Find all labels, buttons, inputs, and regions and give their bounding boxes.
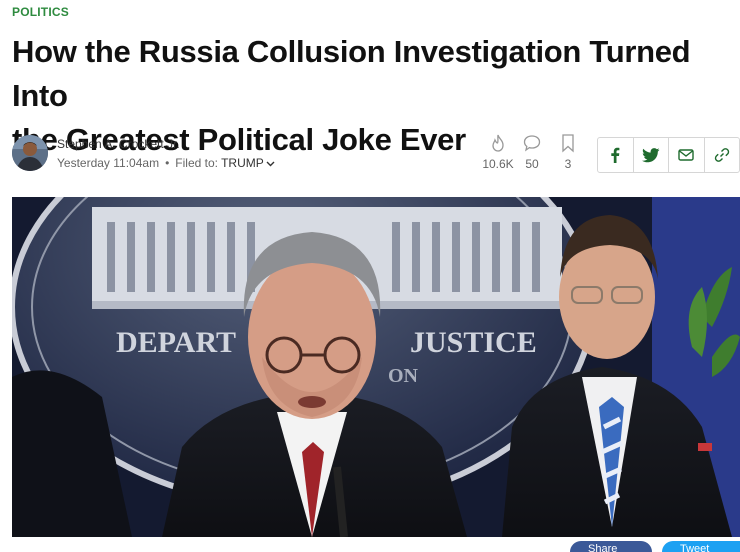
floating-twitter-share[interactable]: Tweet — [662, 541, 740, 552]
bookmark-icon — [562, 134, 574, 153]
floating-facebook-label: Share — [588, 543, 618, 552]
category-link[interactable]: POLITICS — [12, 5, 69, 19]
floating-twitter-label: Tweet — [680, 543, 710, 552]
seal-text-left: DEPART — [116, 326, 236, 359]
byline: Stephen A. Crockett Jr. Yesterday 11:04a… — [12, 133, 312, 173]
share-toolbar — [597, 137, 740, 173]
filed-tag-label: TRUMP — [221, 156, 264, 170]
share-twitter-button[interactable] — [634, 138, 669, 172]
comments-count: 50 — [525, 157, 539, 171]
hero-image: DEPART JUSTICE ON — [12, 197, 740, 537]
filed-tag-link[interactable]: TRUMP — [221, 156, 275, 170]
seal-text-sub: ON — [388, 365, 419, 387]
flame-icon — [492, 134, 504, 152]
email-icon — [678, 149, 694, 161]
saves-count: 3 — [564, 157, 572, 171]
headline-line-1: How the Russia Collusion Investigation T… — [12, 34, 691, 113]
saves-stat[interactable]: 3 — [548, 133, 588, 171]
facebook-icon — [611, 147, 620, 163]
meta-separator: • — [165, 156, 170, 170]
floating-share-bar: Share Tweet — [570, 541, 740, 552]
author-avatar[interactable] — [12, 135, 48, 171]
author-name[interactable]: Stephen A. Crockett Jr. — [57, 137, 180, 151]
link-icon — [714, 148, 729, 162]
post-timestamp: Yesterday 11:04am — [57, 156, 160, 170]
chevron-down-icon — [266, 161, 275, 167]
comments-stat[interactable]: 50 — [512, 133, 552, 171]
comment-bubble-icon — [523, 135, 541, 152]
post-meta: Yesterday 11:04am • Filed to: TRUMP — [57, 156, 275, 170]
floating-facebook-share[interactable]: Share — [570, 541, 652, 552]
twitter-icon — [641, 147, 660, 162]
filed-to-label: Filed to: — [175, 156, 218, 170]
share-email-button[interactable] — [669, 138, 705, 172]
copy-link-button[interactable] — [705, 138, 740, 172]
share-facebook-button[interactable] — [598, 138, 634, 172]
seal-text-right: JUSTICE — [410, 326, 537, 359]
engagement-stats: 10.6K 50 3 — [482, 133, 592, 175]
